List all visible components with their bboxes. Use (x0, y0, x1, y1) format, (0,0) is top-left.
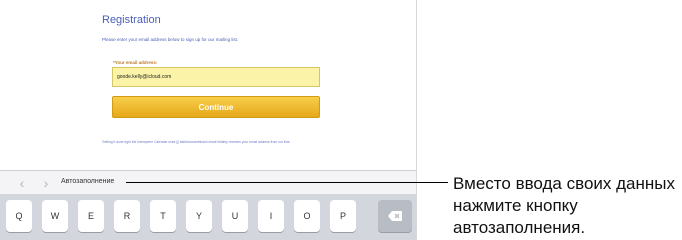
key-r[interactable]: R (114, 200, 140, 232)
key-t[interactable]: T (150, 200, 176, 232)
web-page: Registration Please enter your email add… (0, 0, 416, 170)
page-title: Registration (102, 14, 161, 26)
continue-button[interactable]: Continue (112, 96, 320, 118)
device-screen: Registration Please enter your email add… (0, 0, 417, 240)
page-subtitle: Please enter your email address below to… (102, 37, 239, 42)
key-e[interactable]: E (78, 200, 104, 232)
key-y[interactable]: Y (186, 200, 212, 232)
callout-text: Вместо ввода своих данных нажмите кнопку… (453, 174, 675, 237)
key-q[interactable]: Q (6, 200, 32, 232)
fineprint-text: Getting it done right the Interoperm Cal… (102, 140, 291, 144)
backspace-icon (388, 211, 402, 221)
key-p[interactable]: P (330, 200, 356, 232)
key-i[interactable]: I (258, 200, 284, 232)
email-field[interactable] (112, 67, 320, 87)
key-u[interactable]: U (222, 200, 248, 232)
key-w[interactable]: W (42, 200, 68, 232)
chevron-left-icon[interactable]: ‹ (14, 175, 30, 191)
keyboard: Q W E R T Y U I O P (0, 194, 416, 240)
delete-key[interactable] (378, 200, 412, 232)
callout-line (126, 182, 448, 183)
chevron-right-icon[interactable]: › (38, 175, 54, 191)
autofill-button[interactable]: Автозаполнение (61, 178, 114, 185)
key-o[interactable]: O (294, 200, 320, 232)
email-label: *Your email address: (113, 60, 158, 65)
